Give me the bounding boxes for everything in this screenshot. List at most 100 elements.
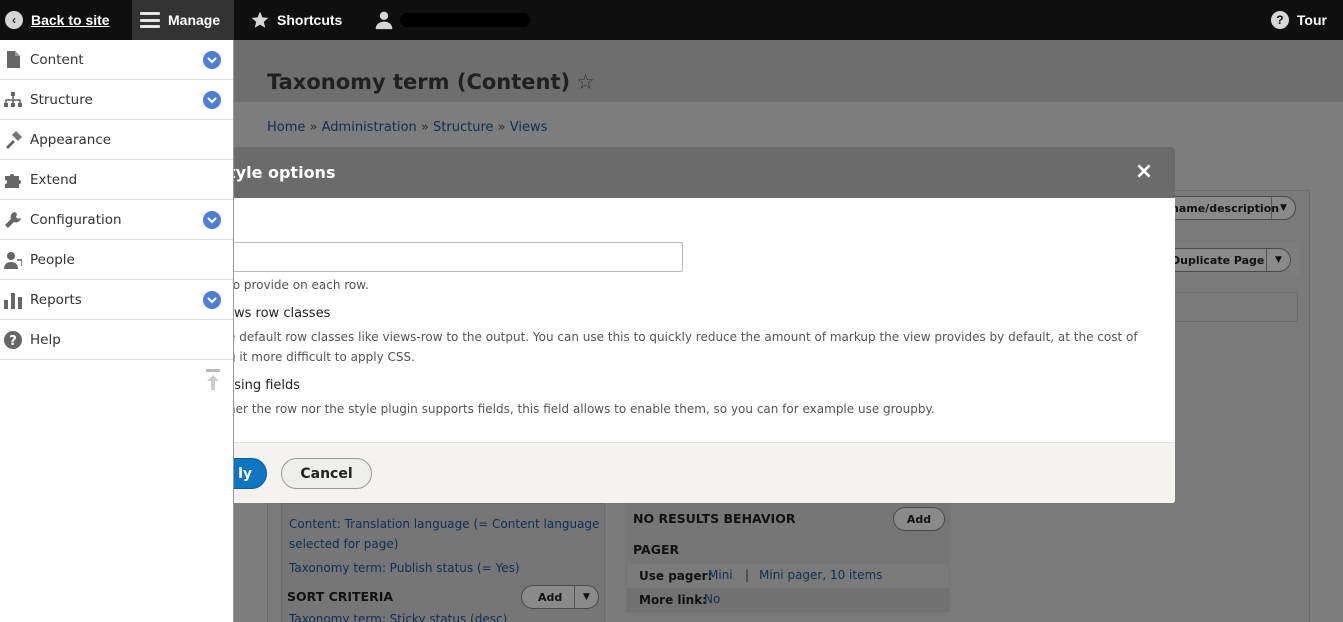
breadcrumb-separator: » — [420, 120, 429, 135]
sidebar-item-label: Configuration — [30, 211, 122, 228]
redacted-username — [400, 13, 530, 27]
sidebar-item-label: Content — [30, 51, 84, 68]
help-icon: ? — [1270, 11, 1289, 29]
breadcrumb-separator: » — [497, 120, 506, 135]
row-class-description: to provide on each row. — [234, 278, 369, 292]
duplicate-page-button[interactable]: Duplicate Page ▼ — [1160, 248, 1291, 272]
no-results-add-button[interactable]: Add — [893, 507, 945, 531]
breadcrumb-structure[interactable]: Structure — [433, 120, 493, 135]
apply-button[interactable]: ly — [234, 458, 267, 489]
chevron-down-icon[interactable]: ▼ — [1266, 249, 1290, 271]
name-description-label: name/description — [1171, 201, 1280, 215]
filter-item-text: selected for page) — [289, 537, 399, 551]
user-icon — [375, 11, 393, 30]
sidebar-item-label: People — [30, 251, 75, 268]
dialog-titlebar: tyle options × — [234, 147, 1175, 198]
filter-item-translation-language[interactable]: Content: Translation language (= Content… — [289, 514, 599, 534]
sidebar-item-label: Reports — [30, 291, 82, 308]
back-to-site-label: Back to site — [31, 12, 110, 28]
manage-tab[interactable]: Manage — [132, 0, 234, 40]
file-icon — [4, 51, 22, 69]
sidebar-item-appearance[interactable]: Appearance — [0, 120, 233, 160]
use-pager-label: Use pager: — [639, 569, 713, 583]
svg-text:?: ? — [9, 334, 17, 349]
sort-item-sticky-status[interactable]: Taxonomy term: Sticky status (desc) — [289, 609, 507, 622]
chevron-down-icon[interactable] — [203, 211, 221, 229]
user-tab[interactable] — [374, 0, 530, 40]
manage-label: Manage — [168, 12, 221, 28]
sort-criteria-heading: SORT CRITERIA — [287, 589, 394, 604]
back-to-site-link[interactable]: ‹ Back to site — [0, 0, 132, 40]
manage-tray: Content Structure Appearance Extend Conf… — [0, 40, 234, 622]
tour-button[interactable]: ? Tour — [1270, 0, 1327, 40]
row-class-input[interactable] — [234, 242, 683, 272]
shortcuts-tab[interactable]: Shortcuts — [250, 0, 342, 40]
sidebar-item-people[interactable]: People — [0, 240, 233, 280]
no-results-heading: NO RESULTS BEHAVIOR — [633, 511, 796, 526]
dialog-body: s to provide on each row. ews row classe… — [234, 198, 1175, 442]
chevron-down-icon[interactable] — [203, 91, 221, 109]
chevron-down-icon[interactable] — [203, 291, 221, 309]
puzzle-icon — [4, 171, 22, 189]
hamburger-icon — [140, 12, 160, 28]
no-results-add-label: Add — [906, 512, 932, 526]
sidebar-item-extend[interactable]: Extend — [0, 160, 233, 200]
default-row-classes-checkbox-label[interactable]: ews row classes — [234, 306, 330, 321]
help-icon: ? — [4, 330, 22, 349]
sidebar-item-reports[interactable]: Reports — [0, 280, 233, 320]
sidebar-item-help[interactable]: ? Help — [0, 320, 233, 360]
sidebar-item-structure[interactable]: Structure — [0, 80, 233, 120]
filter-item-text: Content: Translation language (= Content… — [289, 517, 600, 531]
force-fields-description: her the row nor the style plugin support… — [234, 402, 935, 416]
sort-add-button[interactable]: Add ▼ — [521, 585, 599, 609]
sidebar-item-label: Structure — [30, 91, 93, 108]
dialog-button-pane: ly Cancel — [234, 442, 1175, 503]
force-fields-checkbox-label[interactable]: using fields — [234, 378, 300, 393]
more-link-label: More link: — [639, 593, 707, 607]
style-options-dialog: tyle options × s to provide on each row.… — [234, 147, 1175, 503]
filter-item-text: Taxonomy term: Publish status (= Yes) — [289, 561, 520, 575]
filter-item-publish-status[interactable]: Taxonomy term: Publish status (= Yes) — [289, 558, 520, 578]
sidebar-item-configuration[interactable]: Configuration — [0, 200, 233, 240]
name-description-button[interactable]: name/description ▼ — [1160, 196, 1296, 220]
chevron-down-icon[interactable]: ▼ — [574, 586, 598, 608]
sort-item-text: Taxonomy term: Sticky status (desc) — [289, 612, 508, 622]
pin-orientation-icon[interactable] — [205, 369, 221, 391]
breadcrumb-separator: » — [309, 120, 318, 135]
page-title-text: Taxonomy term (Content) — [267, 70, 571, 94]
sidebar-item-label: Appearance — [30, 131, 112, 148]
more-link-value[interactable]: No — [704, 589, 720, 609]
filter-item-translation-language-cont[interactable]: selected for page) — [289, 534, 398, 554]
breadcrumb-home[interactable]: Home — [267, 120, 305, 135]
shortcuts-label: Shortcuts — [277, 12, 343, 28]
people-icon — [4, 251, 22, 269]
default-row-classes-description-1: e default row classes like views-row to … — [234, 330, 1138, 344]
sidebar-item-label: Extend — [30, 171, 78, 188]
sidebar-item-label: Help — [30, 331, 61, 348]
mini-pager-link[interactable]: Mini pager, 10 items — [759, 565, 882, 585]
chevron-down-icon[interactable]: ▼ — [1271, 197, 1295, 219]
paintbrush-icon — [4, 130, 22, 149]
sitemap-icon — [4, 91, 22, 109]
page-title: Taxonomy term (Content) ☆ — [267, 70, 595, 94]
chevron-left-icon: ‹ — [5, 11, 23, 29]
cancel-button[interactable]: Cancel — [281, 458, 372, 489]
pager-heading: PAGER — [633, 542, 680, 557]
shortcut-star-icon[interactable]: ☆ — [576, 70, 595, 94]
display-settings-row — [1160, 292, 1298, 322]
chevron-down-icon[interactable] — [203, 51, 221, 69]
admin-toolbar: ‹ Back to site Manage Shortcuts ? Tour — [0, 0, 1343, 40]
dialog-title: tyle options — [234, 163, 336, 182]
duplicate-page-label: Duplicate Page — [1171, 253, 1265, 267]
star-icon — [251, 11, 269, 28]
sidebar-item-content[interactable]: Content — [0, 40, 233, 80]
tour-label: Tour — [1296, 12, 1327, 28]
use-pager-value[interactable]: Mini — [708, 565, 733, 585]
pager-separator: | — [745, 568, 750, 582]
close-icon[interactable]: × — [1133, 161, 1155, 183]
wrench-icon — [4, 211, 22, 229]
breadcrumb: Home » Administration » Structure » View… — [267, 120, 547, 135]
breadcrumb-views[interactable]: Views — [510, 120, 548, 135]
breadcrumb-administration[interactable]: Administration — [322, 120, 417, 135]
default-row-classes-description-2: g it more difficult to apply CSS. — [234, 350, 415, 364]
